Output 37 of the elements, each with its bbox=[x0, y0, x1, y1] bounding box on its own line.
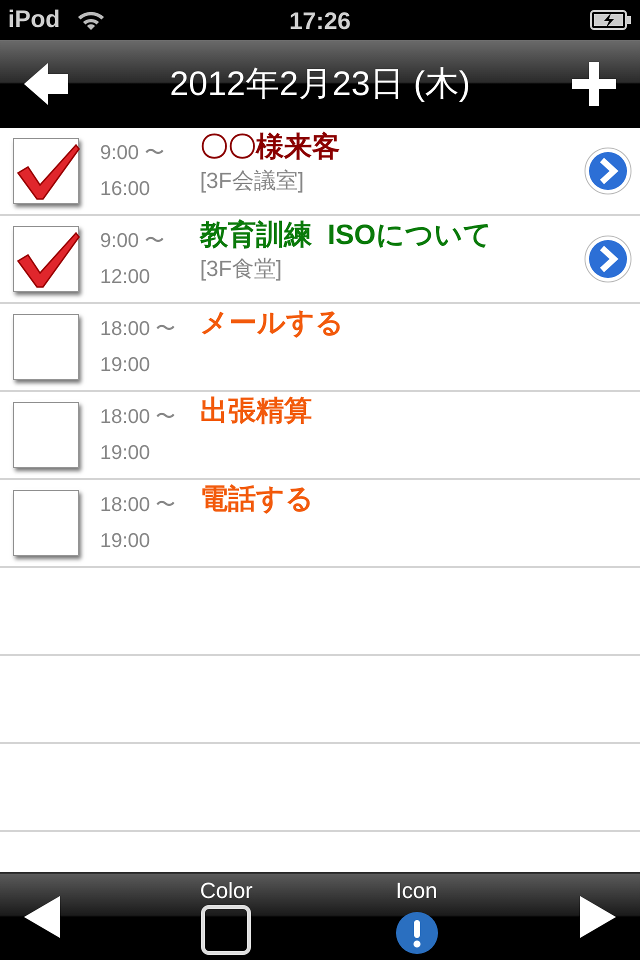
start-time: 18:00 〜 bbox=[100, 317, 177, 342]
checkbox[interactable] bbox=[13, 226, 79, 292]
end-time: 19:00 bbox=[100, 353, 152, 378]
checkbox[interactable] bbox=[13, 138, 79, 204]
event-title: 教育訓練 ISOについて bbox=[200, 218, 493, 252]
checkbox[interactable] bbox=[13, 490, 79, 556]
start-time: 9:00 〜 bbox=[100, 141, 166, 166]
event-location: [3F会議室] bbox=[200, 167, 305, 195]
end-time: 19:00 bbox=[100, 441, 152, 466]
wifi-icon bbox=[76, 9, 106, 31]
event-title: 出張精算 bbox=[200, 394, 313, 428]
color-label: Color bbox=[200, 879, 253, 903]
disclosure-icon[interactable] bbox=[584, 147, 632, 195]
date-title: 2012年2月23日 (木) bbox=[170, 64, 470, 104]
event-title: 〇〇様来客 bbox=[200, 130, 341, 164]
carrier-label: iPod bbox=[8, 5, 60, 35]
previous-icon[interactable] bbox=[24, 896, 60, 938]
start-time: 18:00 〜 bbox=[100, 493, 177, 518]
battery-icon bbox=[590, 9, 632, 31]
clock: 17:26 bbox=[289, 7, 351, 37]
checkbox[interactable] bbox=[13, 314, 79, 380]
add-icon[interactable] bbox=[572, 62, 616, 106]
end-time: 12:00 bbox=[100, 265, 152, 290]
start-time: 9:00 〜 bbox=[100, 229, 166, 254]
alert-icon[interactable] bbox=[394, 911, 439, 955]
end-time: 19:00 bbox=[100, 529, 152, 554]
disclosure-icon[interactable] bbox=[584, 235, 632, 283]
next-icon[interactable] bbox=[580, 896, 616, 938]
start-time: 18:00 〜 bbox=[100, 405, 177, 430]
event-title: 電話する bbox=[200, 482, 315, 516]
end-time: 16:00 bbox=[100, 177, 152, 202]
back-arrow-icon[interactable] bbox=[24, 63, 68, 105]
checkbox[interactable] bbox=[13, 402, 79, 468]
event-title: メールする bbox=[200, 306, 345, 340]
icon-label: Icon bbox=[396, 879, 438, 903]
event-location: [3F食堂] bbox=[200, 255, 283, 283]
color-swatch[interactable] bbox=[201, 905, 252, 955]
